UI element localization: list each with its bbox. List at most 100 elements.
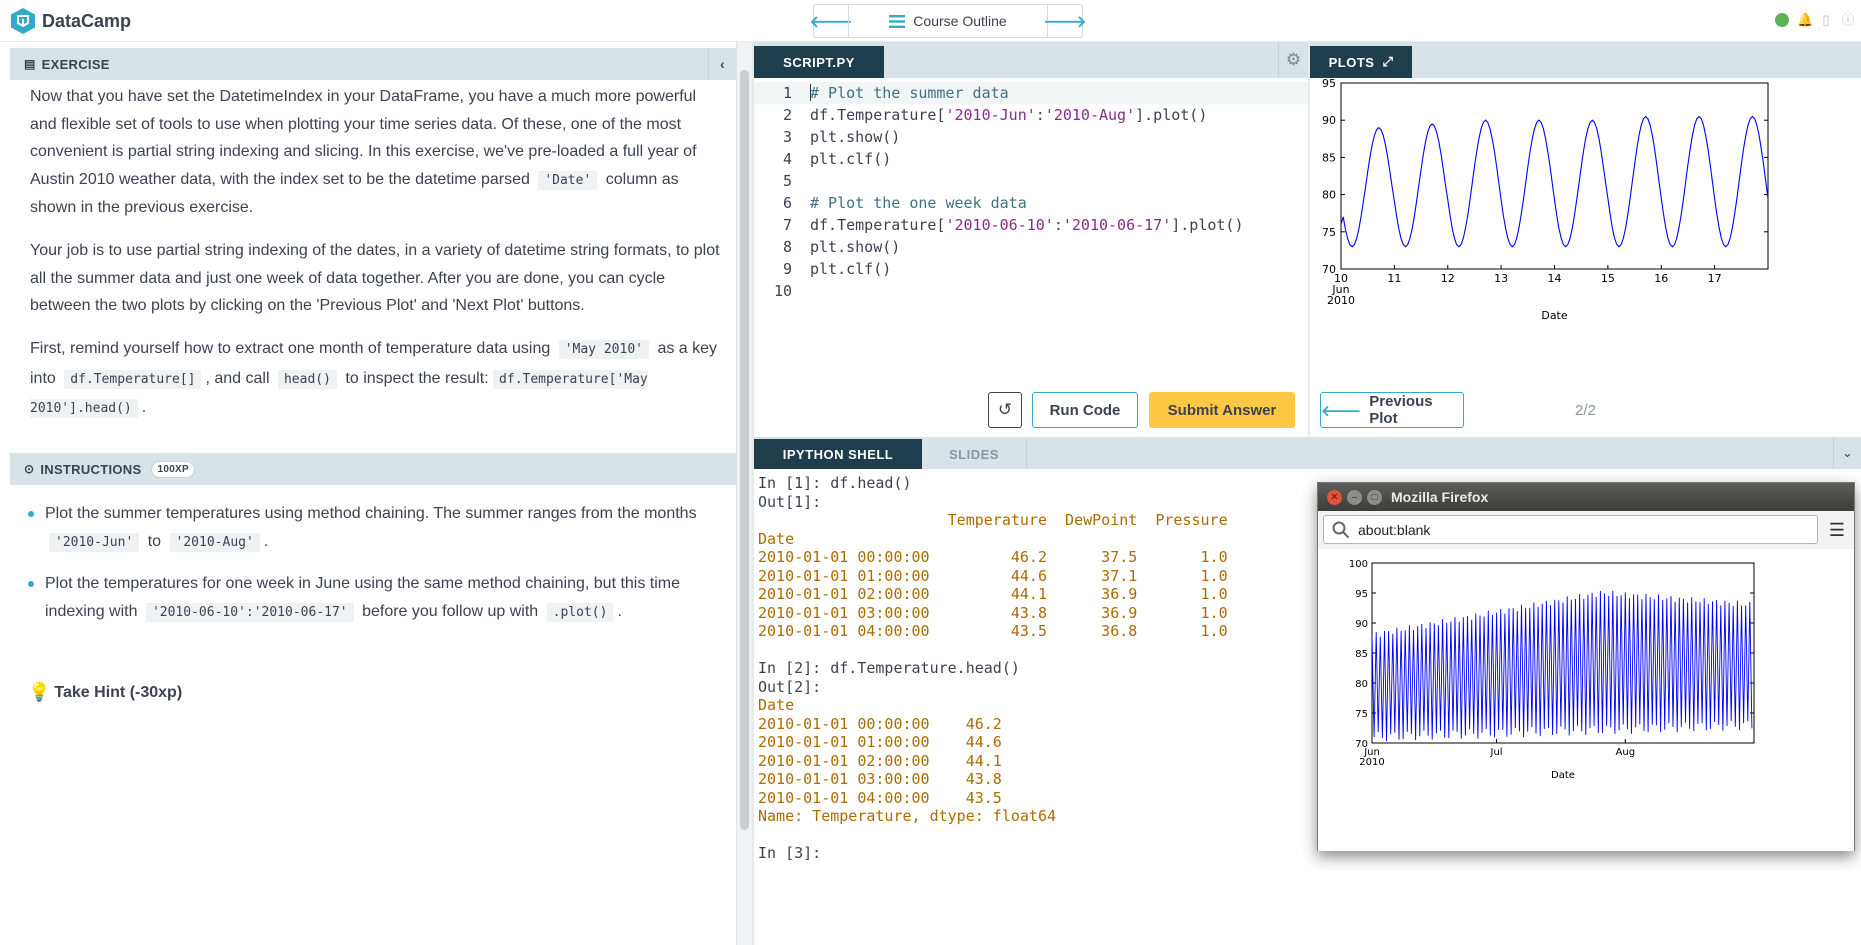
- exercise-paragraph-2: Your job is to use partial string indexi…: [30, 237, 720, 320]
- shell-line: Date: [758, 529, 795, 548]
- code-line: 9 plt.clf(): [754, 258, 1308, 280]
- previous-plot-button[interactable]: 🡐 Previous Plot: [1320, 392, 1464, 428]
- line-number: 6: [782, 194, 792, 212]
- x-tick-label: 17: [1708, 272, 1722, 285]
- take-hint-label: Take Hint (-30xp): [54, 683, 183, 701]
- previous-plot-label: Previous Plot: [1369, 393, 1433, 427]
- check-circle-icon: ⊙: [24, 462, 35, 476]
- reset-code-button[interactable]: ↺: [988, 392, 1022, 428]
- collapse-panel-button[interactable]: ‹: [708, 48, 736, 80]
- previous-exercise-button[interactable]: 🡐: [810, 5, 853, 37]
- code-text: plt.show(): [810, 128, 901, 146]
- code-line: 2 df.Temperature['2010-Jun':'2010-Aug'].p…: [754, 104, 1308, 126]
- instructions-header-label: INSTRUCTIONS: [40, 461, 142, 477]
- shell-line: Out[1]:: [758, 492, 822, 511]
- y-tick-label: 100: [1349, 559, 1368, 570]
- tab-ipython-shell[interactable]: IPYTHON SHELL: [754, 439, 922, 469]
- shell-line: In [1]: df.head(): [758, 474, 912, 492]
- firefox-content: 70 75 80 85 90 95 100 Jun 2010 Jul Aug Date: [1318, 549, 1854, 851]
- line-number: 2: [782, 106, 792, 124]
- x-axis-label: Date: [1551, 770, 1575, 781]
- y-tick-label: 75: [1322, 226, 1336, 239]
- paragraph-text: , and call: [205, 369, 270, 387]
- top-bar: DataCamp 🡐 Course Outline 🡒 🔔 ▯ ⓘ: [0, 0, 1861, 42]
- slides-pdf-icon[interactable]: ▯: [1819, 13, 1833, 27]
- inline-code: .plot(): [546, 603, 614, 622]
- shell-line: In [3]:: [758, 844, 822, 862]
- run-code-button[interactable]: Run Code: [1032, 392, 1138, 428]
- inline-code: 'Date': [538, 170, 598, 190]
- paragraph-text: .: [141, 399, 147, 416]
- expand-icon[interactable]: ⤢: [1382, 54, 1393, 70]
- y-tick-label: 90: [1322, 114, 1336, 127]
- code-text: plt.clf(): [810, 260, 892, 278]
- plot-frame: [1340, 82, 1769, 270]
- next-exercise-button[interactable]: 🡒: [1044, 5, 1087, 37]
- close-window-button[interactable]: ✕: [1327, 490, 1342, 505]
- line-number: 5: [782, 172, 792, 190]
- paragraph-text: Your job is to use partial string indexi…: [30, 242, 720, 314]
- minimize-window-button[interactable]: –: [1347, 490, 1362, 505]
- datacamp-logo[interactable]: DataCamp: [10, 7, 131, 35]
- instruction-text: to: [147, 533, 162, 550]
- exercise-header: ▤ EXERCISE ‹: [10, 48, 736, 80]
- shell-line: 2010-01-01 03:00:00 43.8: [758, 770, 1002, 788]
- code-text: df.Temperature[: [810, 216, 946, 234]
- code-line: 1 # Plot the summer data: [754, 82, 1308, 104]
- code-text: df.Temperature[: [810, 106, 946, 124]
- plot-counter: 2/2: [1575, 402, 1596, 419]
- x-tick-label: 11: [1387, 272, 1401, 285]
- inline-code: '2010-06-10':'2010-06-17': [145, 603, 354, 622]
- shell-line: Out[2]:: [758, 677, 822, 696]
- inline-code: '2010-Aug': [169, 533, 260, 552]
- code-text: ].plot(): [1135, 106, 1208, 124]
- course-outline-button[interactable]: Course Outline: [848, 5, 1048, 37]
- code-line: 8 plt.show(): [754, 236, 1308, 258]
- plots-tab-bar: PLOTS ⤢: [1310, 42, 1861, 78]
- exercise-scrollbar-thumb[interactable]: [740, 70, 749, 830]
- x-tick-label: 14: [1548, 272, 1562, 285]
- y-tick-label: 90: [1355, 619, 1368, 630]
- bell-icon[interactable]: 🔔: [1797, 13, 1813, 27]
- y-tick-label: 95: [1322, 78, 1336, 90]
- shell-line: 2010-01-01 00:00:00 46.2 37.5 1.0: [758, 548, 1228, 566]
- tab-plots[interactable]: PLOTS ⤢: [1310, 46, 1412, 78]
- line-number: 10: [773, 282, 792, 300]
- maximize-window-button[interactable]: □: [1367, 490, 1382, 505]
- inline-code: df.Temperature[]: [64, 369, 202, 389]
- tab-script-py[interactable]: SCRIPT.PY: [754, 46, 884, 78]
- plots-tab-label: PLOTS: [1328, 54, 1375, 70]
- take-hint-button[interactable]: 💡 Take Hint (-30xp): [28, 682, 182, 703]
- tab-slides[interactable]: SLIDES: [922, 439, 1027, 469]
- x-axis-label: Date: [1541, 309, 1568, 322]
- exercise-header-label: EXERCISE: [41, 56, 110, 72]
- paragraph-text: to inspect the result:: [345, 369, 489, 387]
- script-tab-bar: SCRIPT.PY ⚙: [754, 42, 1308, 78]
- code-string: '2010-06-10': [945, 216, 1054, 234]
- inline-code: 'May 2010': [558, 340, 649, 359]
- brand-name: DataCamp: [42, 10, 132, 31]
- y-tick-label: 85: [1322, 151, 1336, 164]
- status-indicator: [1775, 13, 1789, 27]
- settings-gear-icon[interactable]: ⚙: [1278, 42, 1308, 78]
- x-tick-label: 15: [1601, 272, 1615, 285]
- code-text: plt.clf(): [810, 150, 892, 168]
- instruction-item: Plot the temperatures for one week in Ju…: [28, 570, 728, 627]
- app-window: DataCamp 🡐 Course Outline 🡒 🔔 ▯ ⓘ ▤ EXER…: [0, 0, 1861, 945]
- code-comment: # Plot the one week data: [810, 194, 1027, 212]
- info-icon[interactable]: ⓘ: [1841, 13, 1855, 27]
- instructions-header: ⊙ INSTRUCTIONS 100XP: [10, 453, 736, 485]
- plot-navigation: 🡐 Previous Plot 2/2: [1310, 392, 1861, 432]
- exercise-panel: ▤ EXERCISE ‹ Now that you have set the D…: [0, 42, 752, 945]
- hamburger-menu-icon[interactable]: ☰: [1826, 518, 1848, 542]
- chevron-down-icon[interactable]: ⌄: [1833, 437, 1861, 469]
- url-bar[interactable]: about:blank: [1323, 515, 1818, 544]
- paragraph-text: First, remind yourself how to extract on…: [30, 340, 551, 357]
- submit-answer-button[interactable]: Submit Answer: [1149, 392, 1295, 428]
- code-editor[interactable]: 1 # Plot the summer data 2 df.Temperature[…: [754, 78, 1308, 438]
- code-text: :: [1053, 216, 1063, 234]
- inline-code: '2010-Jun': [49, 533, 140, 552]
- firefox-window: ✕ – □ Mozilla Firefox about:blank ☰ 70 75…: [1317, 482, 1855, 851]
- code-text: plt.show(): [810, 238, 901, 256]
- firefox-titlebar[interactable]: ✕ – □ Mozilla Firefox: [1318, 483, 1854, 511]
